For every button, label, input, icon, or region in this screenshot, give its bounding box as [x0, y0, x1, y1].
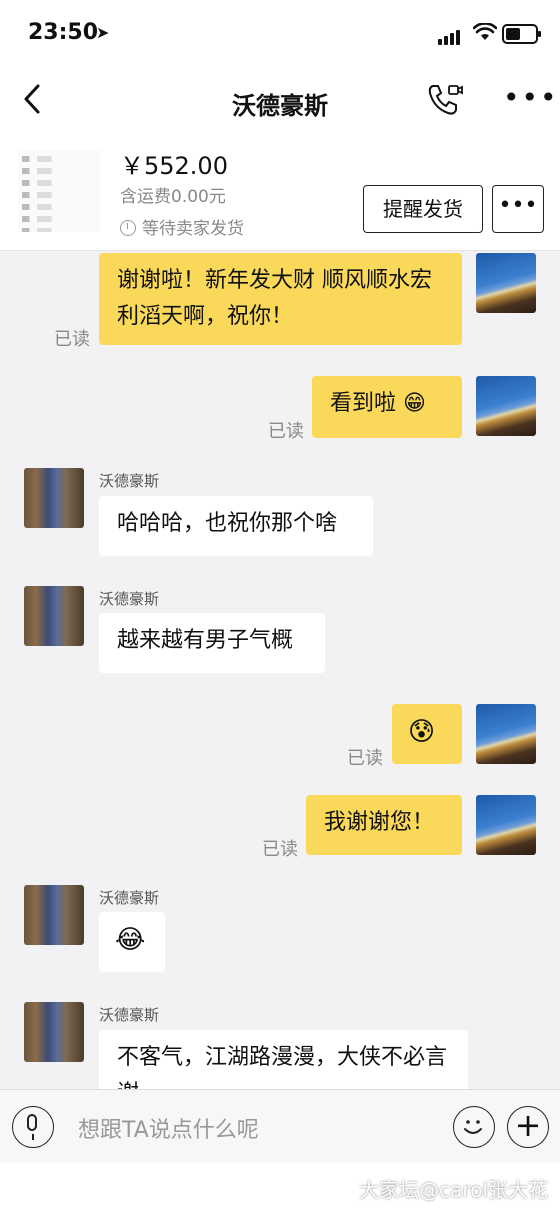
- battery-icon: [502, 24, 541, 44]
- message-bubble: 哈哈哈，也祝你那个啥: [99, 496, 373, 556]
- message-bubble: 😂: [99, 912, 165, 972]
- clock-icon: [120, 220, 136, 236]
- message-bubble: 不客气，江湖路漫漫，大侠不必言谢: [99, 1030, 468, 1089]
- chat-title: 沃德豪斯: [232, 92, 328, 120]
- avatar[interactable]: [476, 704, 536, 764]
- order-status-text: 等待卖家发货: [142, 219, 244, 239]
- read-receipt: 已读: [262, 839, 298, 860]
- signal-icon: [438, 26, 462, 45]
- wifi-icon: [472, 22, 498, 46]
- order-price: ￥552.00: [120, 152, 228, 180]
- message-bubble: 看到啦 😁: [312, 376, 462, 438]
- avatar[interactable]: [24, 586, 84, 646]
- sender-name: 沃德豪斯: [99, 472, 160, 490]
- emoji-icon[interactable]: [453, 1106, 495, 1148]
- plus-icon[interactable]: +: [507, 1106, 549, 1148]
- avatar[interactable]: [476, 376, 536, 436]
- status-time: 23:50: [28, 20, 99, 45]
- message-bubble: 我谢谢您！: [306, 795, 462, 855]
- more-icon[interactable]: •••: [503, 84, 559, 112]
- read-receipt: 已读: [347, 748, 383, 769]
- location-arrow-icon: ➤: [96, 23, 110, 42]
- product-thumbnail[interactable]: [18, 150, 100, 232]
- input-bar: 想跟TA说点什么呢 +: [0, 1089, 560, 1164]
- read-receipt: 已读: [268, 421, 304, 442]
- order-status: 等待卖家发货: [120, 214, 244, 239]
- remind-ship-button[interactable]: 提醒发货: [363, 185, 483, 233]
- message-bubble: 越来越有男子气概: [99, 613, 325, 673]
- order-more-button[interactable]: •••: [492, 185, 544, 233]
- avatar[interactable]: [476, 795, 536, 855]
- avatar[interactable]: [24, 468, 84, 528]
- phone-video-icon[interactable]: [424, 80, 464, 120]
- read-receipt: 已读: [54, 329, 90, 350]
- avatar[interactable]: [24, 1002, 84, 1062]
- order-shipping: 含运费0.00元: [120, 187, 226, 207]
- message-bubble: 😰: [392, 704, 462, 764]
- message-input[interactable]: 想跟TA说点什么呢: [78, 1112, 259, 1144]
- nav-bar: 沃德豪斯 •••: [0, 68, 560, 132]
- sender-name: 沃德豪斯: [99, 1006, 160, 1024]
- watermark: 大家坛@carol张大花: [359, 1178, 548, 1202]
- microphone-icon[interactable]: [12, 1106, 54, 1148]
- sender-name: 沃德豪斯: [99, 889, 160, 907]
- avatar[interactable]: [24, 885, 84, 945]
- status-bar: 23:50 ➤: [0, 0, 560, 68]
- message-bubble: 谢谢啦！新年发大财 顺风顺水宏利滔天啊，祝你！: [99, 253, 462, 345]
- chat-list[interactable]: 谢谢啦！新年发大财 顺风顺水宏利滔天啊，祝你！ 已读 看到啦 😁 已读 沃德豪斯…: [0, 251, 560, 1089]
- avatar[interactable]: [476, 253, 536, 313]
- sender-name: 沃德豪斯: [99, 590, 160, 608]
